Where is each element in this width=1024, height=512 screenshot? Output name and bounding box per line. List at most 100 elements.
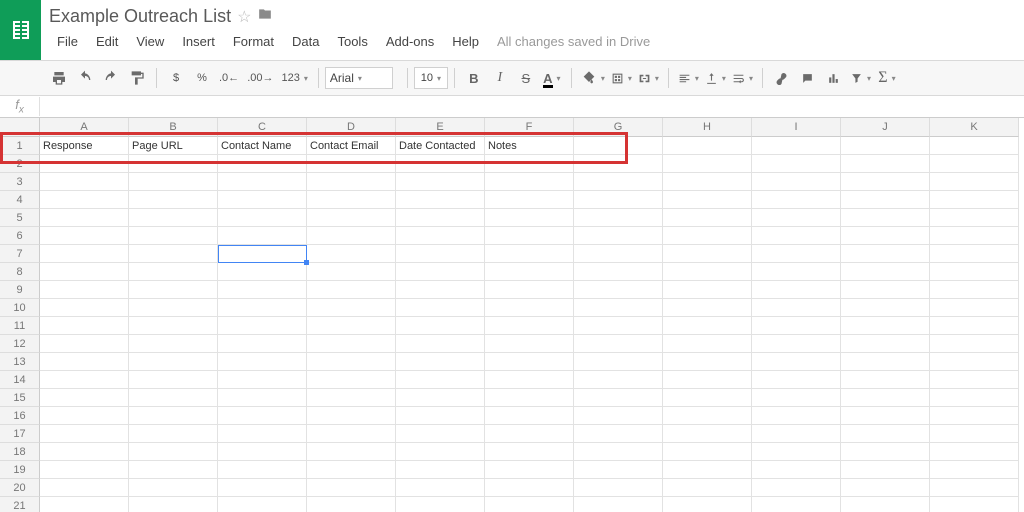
cell-K15[interactable] bbox=[930, 389, 1019, 407]
cell-C8[interactable] bbox=[218, 263, 307, 281]
menu-file[interactable]: File bbox=[49, 31, 86, 52]
cell-K19[interactable] bbox=[930, 461, 1019, 479]
col-header-b[interactable]: B bbox=[129, 118, 218, 137]
cell-F3[interactable] bbox=[485, 173, 574, 191]
star-icon[interactable]: ☆ bbox=[237, 7, 251, 27]
cell-D20[interactable] bbox=[307, 479, 396, 497]
cell-C10[interactable] bbox=[218, 299, 307, 317]
cell-B3[interactable] bbox=[129, 173, 218, 191]
cell-J13[interactable] bbox=[841, 353, 930, 371]
row-header-15[interactable]: 15 bbox=[0, 389, 40, 407]
cell-J15[interactable] bbox=[841, 389, 930, 407]
cell-G9[interactable] bbox=[574, 281, 663, 299]
cell-I13[interactable] bbox=[752, 353, 841, 371]
cell-J10[interactable] bbox=[841, 299, 930, 317]
cell-E12[interactable] bbox=[396, 335, 485, 353]
dec-increase-button[interactable]: .00→ bbox=[243, 65, 277, 91]
cell-G8[interactable] bbox=[574, 263, 663, 281]
cell-C21[interactable] bbox=[218, 497, 307, 512]
cell-A21[interactable] bbox=[40, 497, 129, 512]
cell-B20[interactable] bbox=[129, 479, 218, 497]
cell-A7[interactable] bbox=[40, 245, 129, 263]
cell-H10[interactable] bbox=[663, 299, 752, 317]
cell-K11[interactable] bbox=[930, 317, 1019, 335]
menu-edit[interactable]: Edit bbox=[88, 31, 126, 52]
cell-D9[interactable] bbox=[307, 281, 396, 299]
cell-H1[interactable] bbox=[663, 137, 752, 155]
cell-E21[interactable] bbox=[396, 497, 485, 512]
menu-format[interactable]: Format bbox=[225, 31, 282, 52]
cell-G12[interactable] bbox=[574, 335, 663, 353]
merge-button[interactable] bbox=[635, 65, 662, 91]
cell-I5[interactable] bbox=[752, 209, 841, 227]
cell-D11[interactable] bbox=[307, 317, 396, 335]
italic-button[interactable]: I bbox=[487, 65, 513, 91]
cell-I2[interactable] bbox=[752, 155, 841, 173]
cell-D13[interactable] bbox=[307, 353, 396, 371]
row-header-13[interactable]: 13 bbox=[0, 353, 40, 371]
cell-A1[interactable]: Response bbox=[40, 137, 129, 155]
cell-D4[interactable] bbox=[307, 191, 396, 209]
menu-view[interactable]: View bbox=[128, 31, 172, 52]
cell-C3[interactable] bbox=[218, 173, 307, 191]
cell-G13[interactable] bbox=[574, 353, 663, 371]
cell-D2[interactable] bbox=[307, 155, 396, 173]
cell-H16[interactable] bbox=[663, 407, 752, 425]
cell-C2[interactable] bbox=[218, 155, 307, 173]
row-header-3[interactable]: 3 bbox=[0, 173, 40, 191]
col-header-d[interactable]: D bbox=[307, 118, 396, 137]
cell-F4[interactable] bbox=[485, 191, 574, 209]
cell-D18[interactable] bbox=[307, 443, 396, 461]
cell-A6[interactable] bbox=[40, 227, 129, 245]
row-header-14[interactable]: 14 bbox=[0, 371, 40, 389]
cell-J7[interactable] bbox=[841, 245, 930, 263]
text-color-button[interactable]: A bbox=[539, 65, 565, 91]
cell-G14[interactable] bbox=[574, 371, 663, 389]
cell-I8[interactable] bbox=[752, 263, 841, 281]
cell-H11[interactable] bbox=[663, 317, 752, 335]
cell-I10[interactable] bbox=[752, 299, 841, 317]
cell-I7[interactable] bbox=[752, 245, 841, 263]
cell-I21[interactable] bbox=[752, 497, 841, 512]
valign-button[interactable] bbox=[702, 65, 729, 91]
cell-A4[interactable] bbox=[40, 191, 129, 209]
cell-E8[interactable] bbox=[396, 263, 485, 281]
doc-title[interactable]: Example Outreach List bbox=[49, 6, 231, 27]
cell-G21[interactable] bbox=[574, 497, 663, 512]
cell-J21[interactable] bbox=[841, 497, 930, 512]
fontsize-dropdown[interactable]: 10 bbox=[414, 67, 448, 89]
cell-G18[interactable] bbox=[574, 443, 663, 461]
cell-H19[interactable] bbox=[663, 461, 752, 479]
cell-D19[interactable] bbox=[307, 461, 396, 479]
cell-J2[interactable] bbox=[841, 155, 930, 173]
cell-B12[interactable] bbox=[129, 335, 218, 353]
cell-C18[interactable] bbox=[218, 443, 307, 461]
cell-E17[interactable] bbox=[396, 425, 485, 443]
row-header-20[interactable]: 20 bbox=[0, 479, 40, 497]
row-header-17[interactable]: 17 bbox=[0, 425, 40, 443]
cell-B6[interactable] bbox=[129, 227, 218, 245]
cell-A20[interactable] bbox=[40, 479, 129, 497]
col-header-a[interactable]: A bbox=[40, 118, 129, 137]
cell-F2[interactable] bbox=[485, 155, 574, 173]
cell-J14[interactable] bbox=[841, 371, 930, 389]
cell-G4[interactable] bbox=[574, 191, 663, 209]
row-header-19[interactable]: 19 bbox=[0, 461, 40, 479]
col-header-c[interactable]: C bbox=[218, 118, 307, 137]
cell-D15[interactable] bbox=[307, 389, 396, 407]
cell-D1[interactable]: Contact Email bbox=[307, 137, 396, 155]
dec-decrease-button[interactable]: .0← bbox=[215, 65, 243, 91]
col-header-j[interactable]: J bbox=[841, 118, 930, 137]
cell-A13[interactable] bbox=[40, 353, 129, 371]
cell-J3[interactable] bbox=[841, 173, 930, 191]
cell-D5[interactable] bbox=[307, 209, 396, 227]
cell-G15[interactable] bbox=[574, 389, 663, 407]
select-all-corner[interactable] bbox=[0, 118, 40, 137]
cell-E16[interactable] bbox=[396, 407, 485, 425]
cell-I14[interactable] bbox=[752, 371, 841, 389]
cell-C20[interactable] bbox=[218, 479, 307, 497]
cell-E2[interactable] bbox=[396, 155, 485, 173]
cell-C1[interactable]: Contact Name bbox=[218, 137, 307, 155]
cell-G5[interactable] bbox=[574, 209, 663, 227]
cell-K16[interactable] bbox=[930, 407, 1019, 425]
